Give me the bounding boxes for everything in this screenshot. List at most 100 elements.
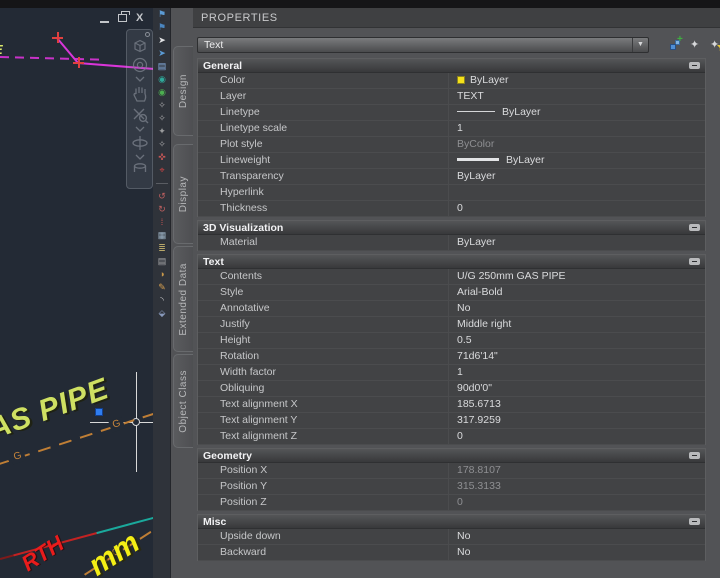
arc-icon[interactable]: ◝ — [153, 294, 171, 307]
property-value[interactable]: No — [449, 545, 705, 560]
chevron-down-icon[interactable] — [135, 126, 145, 132]
tab-label: Display — [178, 176, 189, 212]
collapse-icon[interactable] — [689, 518, 700, 525]
property-value[interactable] — [449, 185, 705, 200]
row-upside-down: Upside downNo — [198, 529, 705, 545]
navigation-bar[interactable] — [126, 29, 153, 189]
property-value[interactable]: 185.6713 — [449, 397, 705, 412]
property-label: Text alignment Z — [198, 429, 449, 444]
quick-select-button[interactable]: ✦ — [709, 38, 720, 52]
collapse-icon[interactable] — [689, 258, 700, 265]
section-header[interactable]: Text — [198, 255, 705, 269]
row-position-z: Position Z0 — [198, 495, 705, 511]
property-value[interactable]: Arial-Bold — [449, 285, 705, 300]
pin-icon[interactable]: ✜ — [153, 151, 171, 164]
drawing-canvas[interactable]: X E — [0, 0, 153, 578]
property-value[interactable]: TEXT — [449, 89, 705, 104]
property-value[interactable]: ByLayer — [449, 105, 705, 120]
minimize-icon[interactable] — [100, 21, 109, 23]
collapse-icon[interactable] — [689, 224, 700, 231]
property-value[interactable]: 315.3133 — [449, 479, 705, 494]
section-header[interactable]: Geometry — [198, 449, 705, 463]
property-value[interactable]: 90d0'0" — [449, 381, 705, 396]
showmotion-icon[interactable] — [131, 162, 149, 176]
pointer-icon[interactable]: ➤ — [153, 47, 171, 60]
cursor-icon[interactable]: ➤ — [153, 34, 171, 47]
redo-icon[interactable]: ↻ — [153, 203, 171, 216]
property-value[interactable]: Middle right — [449, 317, 705, 332]
chevron-down-icon[interactable] — [135, 154, 145, 160]
collapse-icon[interactable] — [689, 62, 700, 69]
row-width-factor: Width factor1 — [198, 365, 705, 381]
property-label: Transparency — [198, 169, 449, 184]
table-icon[interactable]: ▦ — [153, 229, 171, 242]
row-backward: BackwardNo — [198, 545, 705, 561]
property-value[interactable]: 0 — [449, 495, 705, 510]
property-label: Material — [198, 235, 449, 250]
node-icon[interactable]: ✦ — [153, 125, 171, 138]
property-value[interactable]: 0 — [449, 429, 705, 444]
close-icon[interactable]: X — [136, 11, 143, 25]
property-value[interactable]: 1 — [449, 365, 705, 380]
chevron-down-icon[interactable]: ▼ — [632, 38, 648, 52]
property-value[interactable]: 0 — [449, 201, 705, 216]
property-value[interactable]: No — [449, 301, 705, 316]
undo-icon[interactable]: ↺ — [153, 190, 171, 203]
properties-palette: PROPERTIES Text ▼ + ✦ ✦ GeneralColorByLa… — [193, 8, 720, 578]
flag-icon[interactable]: ⚑ — [153, 8, 171, 21]
property-value[interactable]: No — [449, 529, 705, 544]
marks-icon[interactable]: ⁞ — [153, 216, 171, 229]
property-label: Width factor — [198, 365, 449, 380]
toggle-pickadd-button[interactable]: + — [669, 38, 684, 52]
flag-alt-icon[interactable]: ⚑ — [153, 21, 171, 34]
property-label: Lineweight — [198, 153, 449, 168]
zoom-icon[interactable] — [131, 106, 149, 124]
row-text-alignment-x: Text alignment X185.6713 — [198, 397, 705, 413]
property-value[interactable]: ByLayer — [449, 169, 705, 184]
block-icon[interactable]: ⬙ — [153, 307, 171, 320]
collapse-icon[interactable] — [689, 452, 700, 459]
world-icon[interactable]: ◉ — [153, 86, 171, 99]
property-label: Backward — [198, 545, 449, 560]
navbar-close-icon[interactable] — [145, 32, 150, 37]
object-type-dropdown[interactable]: Text ▼ — [197, 37, 649, 53]
node-icon[interactable]: ✧ — [153, 112, 171, 125]
property-value[interactable]: ByLayer — [449, 153, 705, 168]
property-value[interactable]: 317.9259 — [449, 413, 705, 428]
grip-handle[interactable] — [95, 408, 103, 416]
section-header[interactable]: General — [198, 59, 705, 73]
tab-display[interactable]: Display — [173, 144, 193, 244]
property-value[interactable]: 178.8107 — [449, 463, 705, 478]
section-text: TextContentsU/G 250mm GAS PIPEStyleArial… — [197, 254, 706, 445]
orbit-icon[interactable] — [131, 134, 149, 152]
property-label: Hyperlink — [198, 185, 449, 200]
tab-extended-data[interactable]: Extended Data — [173, 246, 193, 352]
locate-icon[interactable]: ⌖ — [153, 164, 171, 177]
tab-design[interactable]: Design — [173, 46, 193, 136]
node-icon[interactable]: ✧ — [153, 138, 171, 151]
tab-object-class[interactable]: Object Class — [173, 354, 193, 448]
select-objects-button[interactable]: ✦ — [689, 38, 704, 52]
property-value[interactable]: ByLayer — [449, 235, 705, 250]
pan-hand-icon[interactable] — [131, 84, 149, 104]
chevron-down-icon[interactable] — [135, 76, 145, 82]
property-value[interactable]: 71d6'14" — [449, 349, 705, 364]
steering-wheel-icon[interactable] — [131, 56, 149, 74]
globe-icon[interactable]: ◉ — [153, 73, 171, 86]
property-value[interactable]: 0.5 — [449, 333, 705, 348]
section-header[interactable]: Misc — [198, 515, 705, 529]
node-icon[interactable]: ✧ — [153, 99, 171, 112]
property-value[interactable]: 1 — [449, 121, 705, 136]
viewcube-icon[interactable] — [131, 38, 149, 54]
attach-icon[interactable]: ▤ — [153, 60, 171, 73]
section-header[interactable]: 3D Visualization — [198, 221, 705, 235]
property-value[interactable]: ByColor — [449, 137, 705, 152]
pencil-icon[interactable]: ✎ — [153, 281, 171, 294]
render-icon[interactable]: ◑ — [153, 268, 171, 281]
property-value[interactable]: U/G 250mm GAS PIPE — [449, 269, 705, 284]
property-label: Text alignment Y — [198, 413, 449, 428]
property-value[interactable]: ByLayer — [449, 73, 705, 88]
sheet-icon[interactable]: ▤ — [153, 255, 171, 268]
restore-icon[interactable] — [118, 14, 127, 22]
layers-icon[interactable]: ≣ — [153, 242, 171, 255]
